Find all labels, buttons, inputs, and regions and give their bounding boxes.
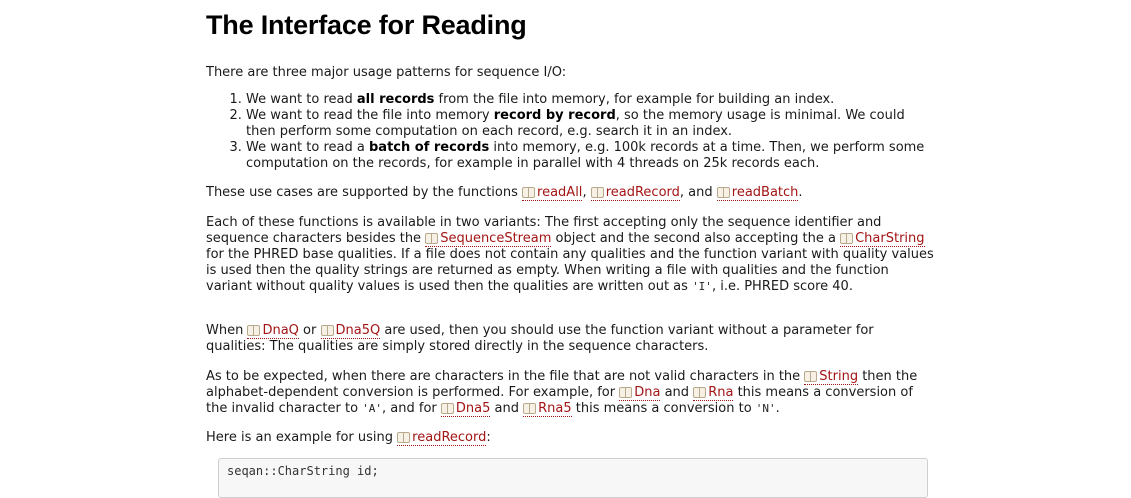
link-rna[interactable]: Rna bbox=[693, 385, 734, 401]
conversion-paragraph: As to be expected, when there are charac… bbox=[206, 369, 918, 417]
book-icon bbox=[523, 403, 537, 414]
page-title: The Interface for Reading bbox=[206, 10, 527, 40]
book-icon bbox=[590, 187, 604, 198]
bold-text: record by record bbox=[493, 108, 616, 123]
link-readrecord[interactable]: readRecord bbox=[590, 185, 680, 201]
link-dna5[interactable]: Dna5 bbox=[440, 401, 491, 417]
book-icon bbox=[440, 403, 454, 414]
link-dna[interactable]: Dna bbox=[619, 385, 661, 401]
book-icon bbox=[425, 233, 439, 244]
link-readrecord-example[interactable]: readRecord bbox=[397, 430, 487, 446]
intro-paragraph: There are three major usage patterns for… bbox=[206, 65, 934, 81]
link-charstring[interactable]: CharString bbox=[840, 231, 925, 247]
list-item: We want to read all records from the fil… bbox=[246, 92, 934, 108]
book-icon bbox=[804, 371, 818, 382]
inline-code: 'N' bbox=[755, 402, 776, 415]
example-paragraph: Here is an example for using readRecord: bbox=[206, 430, 491, 446]
usecases-paragraph: These use cases are supported by the fun… bbox=[206, 185, 803, 201]
inline-code: 'A' bbox=[362, 402, 383, 415]
book-icon bbox=[522, 187, 536, 198]
link-string[interactable]: String bbox=[804, 369, 859, 385]
bold-text: all records bbox=[356, 92, 435, 107]
code-block: seqan::CharString id; bbox=[218, 458, 928, 498]
link-rna5[interactable]: Rna5 bbox=[523, 401, 572, 417]
dnaq-paragraph: When DnaQ or Dna5Q are used, then you sh… bbox=[206, 323, 874, 354]
variants-paragraph: Each of these functions is available in … bbox=[206, 215, 934, 294]
link-dnaq[interactable]: DnaQ bbox=[247, 323, 299, 339]
link-sequencestream[interactable]: SequenceStream bbox=[425, 231, 552, 247]
inline-code: 'I' bbox=[692, 280, 712, 293]
book-icon bbox=[693, 387, 707, 398]
bold-text: batch of records bbox=[368, 140, 490, 155]
usage-patterns-list: We want to read all records from the fil… bbox=[206, 92, 934, 172]
link-readbatch[interactable]: readBatch bbox=[716, 185, 799, 201]
book-icon bbox=[716, 187, 730, 198]
book-icon bbox=[619, 387, 633, 398]
book-icon bbox=[247, 325, 261, 336]
list-item: We want to read the file into memory rec… bbox=[246, 108, 934, 140]
intro-text: There are three major usage patterns for… bbox=[206, 65, 567, 80]
book-icon bbox=[840, 233, 854, 244]
list-item: We want to read a batch of records into … bbox=[246, 140, 934, 172]
book-icon bbox=[320, 325, 334, 336]
link-readall[interactable]: readAll bbox=[522, 185, 583, 201]
book-icon bbox=[397, 432, 411, 443]
code-line: seqan::CharString id; bbox=[227, 464, 379, 478]
link-dna5q[interactable]: Dna5Q bbox=[320, 323, 381, 339]
